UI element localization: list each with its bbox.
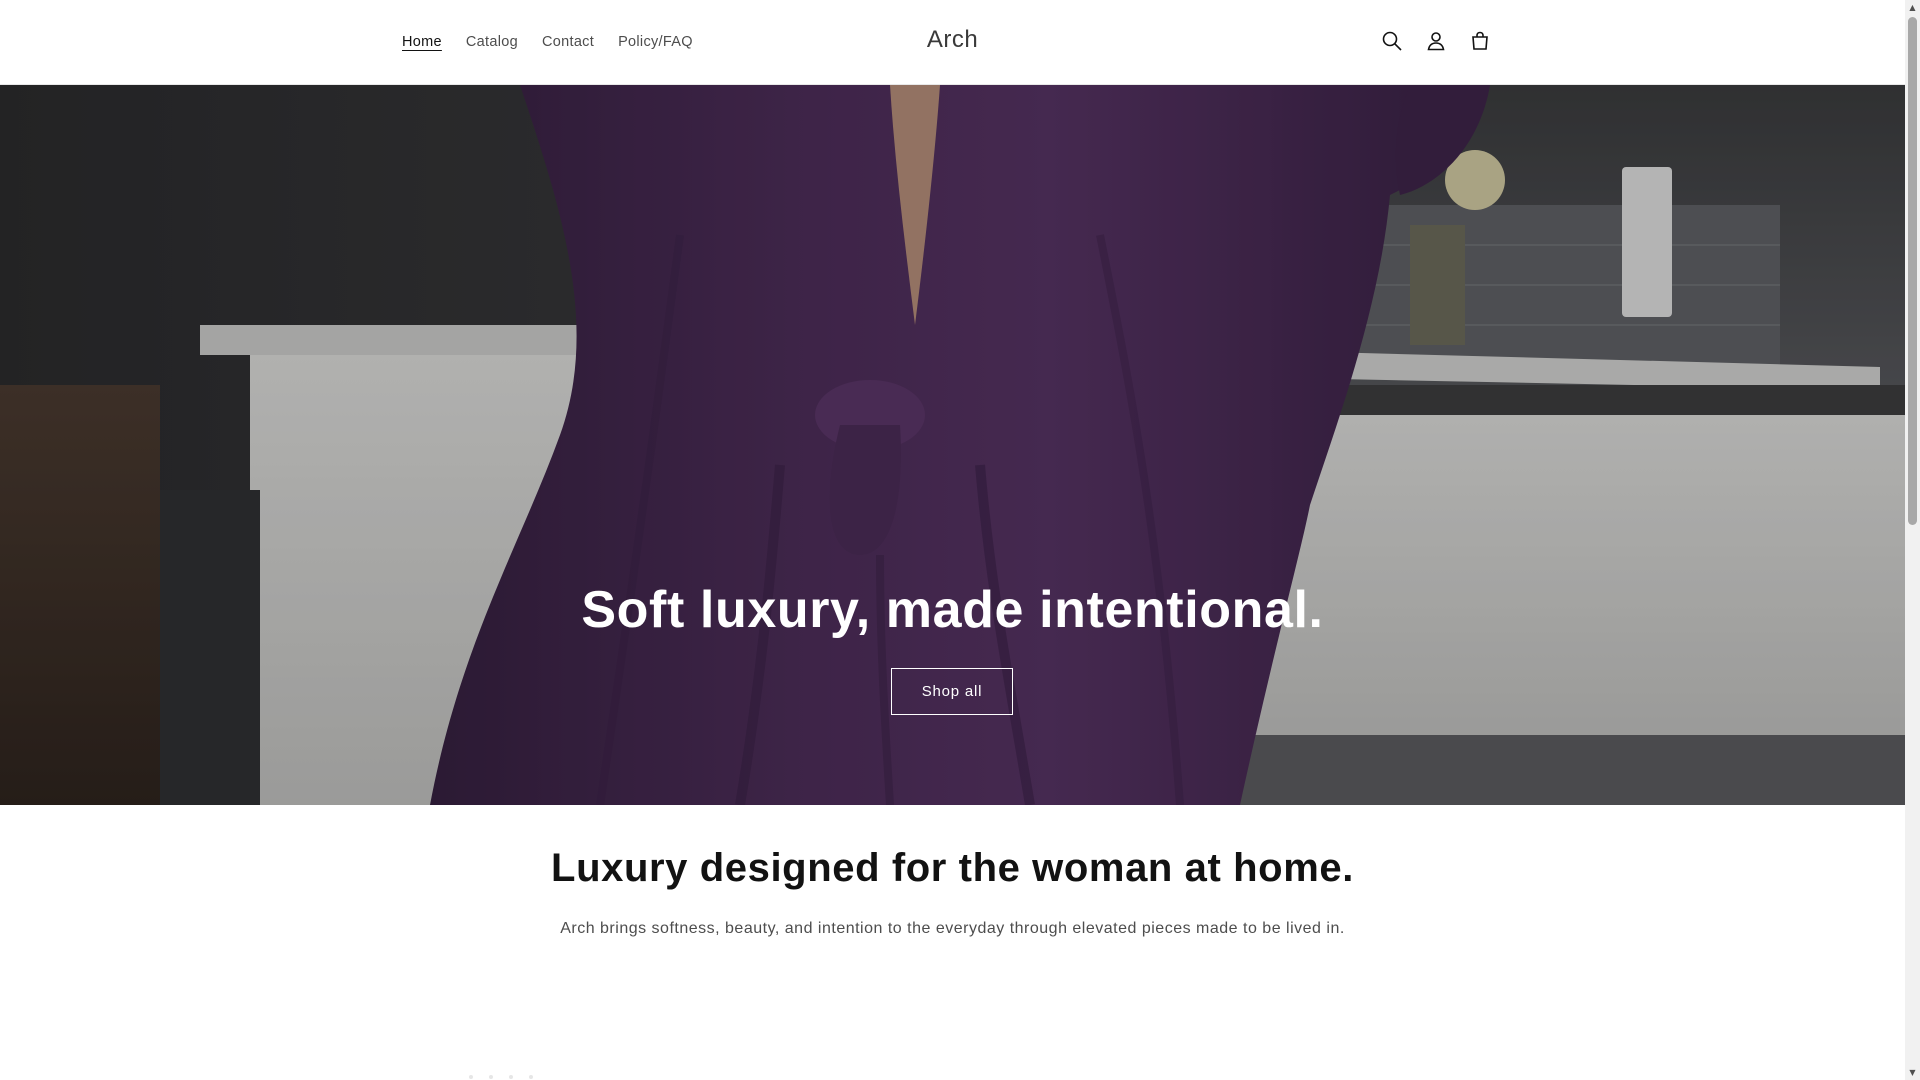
account-button[interactable] <box>1422 26 1450 56</box>
page: Home Catalog Contact Policy/FAQ Arch Sof… <box>0 0 1905 1080</box>
hero-banner: Soft luxury, made intentional. Shop all <box>0 85 1905 805</box>
cart-icon <box>1472 31 1488 50</box>
account-icon <box>1427 32 1445 51</box>
page-scrollbar[interactable]: ▲ ▼ <box>1905 0 1920 1080</box>
intro-heading: Luxury designed for the woman at home. <box>551 846 1354 890</box>
search-button[interactable] <box>1378 26 1406 56</box>
brand-wrapper: Arch <box>0 26 1905 54</box>
shop-all-button[interactable]: Shop all <box>891 668 1013 715</box>
main-nav: Home Catalog Contact Policy/FAQ <box>390 30 705 54</box>
site-header: Home Catalog Contact Policy/FAQ Arch <box>0 0 1905 85</box>
brand-logo-text[interactable]: Arch <box>927 26 978 53</box>
nav-link-contact[interactable]: Contact <box>530 30 606 54</box>
intro-section: Luxury designed for the woman at home. A… <box>0 805 1905 1080</box>
scroll-down-arrow-icon[interactable]: ▼ <box>1905 1065 1920 1080</box>
search-icon <box>1382 31 1402 51</box>
scrollbar-thumb[interactable] <box>1908 17 1917 525</box>
cart-button[interactable] <box>1466 26 1494 56</box>
partial-content-hint <box>469 1075 533 1079</box>
header-icons <box>1378 26 1494 56</box>
nav-link-home[interactable]: Home <box>390 30 454 54</box>
scroll-up-arrow-icon[interactable]: ▲ <box>1905 0 1920 15</box>
nav-link-catalog[interactable]: Catalog <box>454 30 530 54</box>
hero-title: Soft luxury, made intentional. <box>581 581 1324 639</box>
nav-link-policy-faq[interactable]: Policy/FAQ <box>606 30 705 54</box>
intro-text: Arch brings softness, beauty, and intent… <box>560 920 1345 937</box>
